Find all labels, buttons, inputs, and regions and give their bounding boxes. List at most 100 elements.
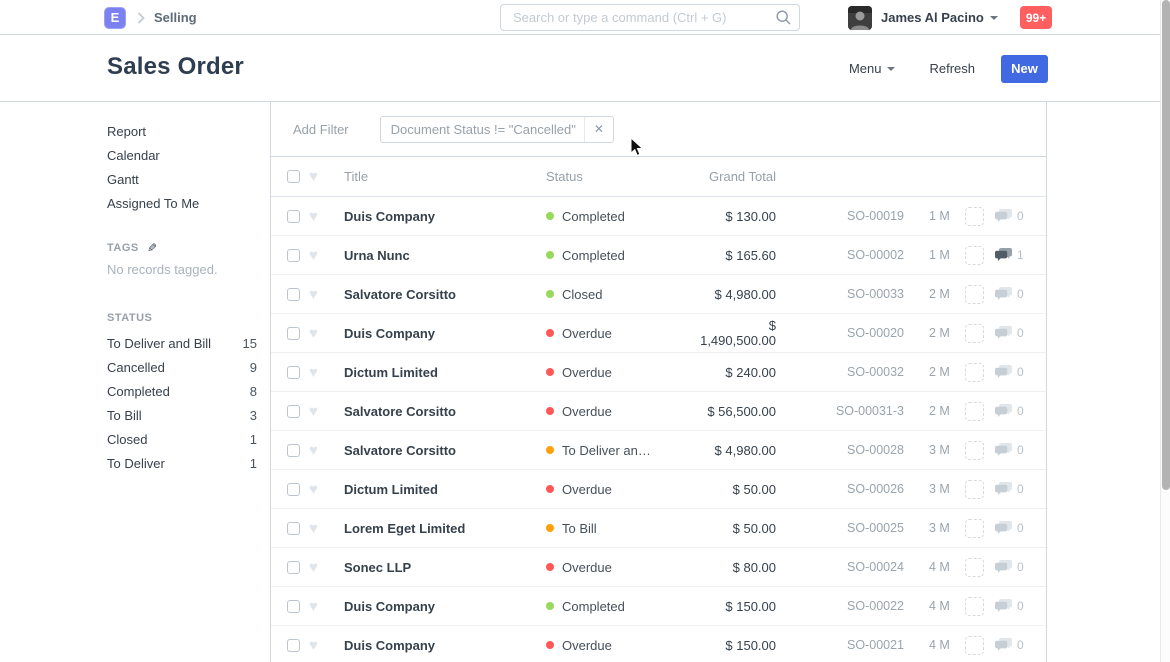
table-row[interactable]: ♥ Salvatore Corsitto Closed $ 4,980.00 S… [271,275,1046,314]
search-icon[interactable] [776,10,791,25]
row-title[interactable]: Lorem Eget Limited [344,521,526,536]
like-icon[interactable]: ♥ [309,443,325,458]
comments-icon[interactable] [995,521,1012,535]
table-row[interactable]: ♥ Salvatore Corsitto Overdue $ 56,500.00… [271,392,1046,431]
row-title[interactable]: Salvatore Corsitto [344,443,526,458]
like-icon[interactable]: ♥ [309,287,325,302]
like-icon[interactable]: ♥ [309,365,325,380]
row-title[interactable]: Duis Company [344,638,526,653]
add-filter-button[interactable]: Add Filter [293,122,349,137]
row-checkbox[interactable] [287,366,300,379]
table-row[interactable]: ♥ Urna Nunc Completed $ 165.60 SO-00002 … [271,236,1046,275]
sidebar-item-report[interactable]: Report [107,120,257,144]
comments-icon[interactable] [995,287,1012,301]
row-title[interactable]: Salvatore Corsitto [344,287,526,302]
like-icon[interactable]: ♥ [309,248,325,263]
sidebar-item-assigned-to-me[interactable]: Assigned To Me [107,192,257,216]
like-icon[interactable]: ♥ [309,560,325,575]
comments-icon[interactable] [995,560,1012,574]
sidebar-status-cancelled[interactable]: Cancelled9 [107,356,257,380]
row-title[interactable]: Duis Company [344,326,526,341]
scrollbar-track[interactable] [1160,0,1170,662]
comments-icon[interactable] [995,482,1012,496]
table-row[interactable]: ♥ Duis Company Overdue $ 150.00 SO-00021… [271,626,1046,662]
sidebar-status-to-bill[interactable]: To Bill3 [107,404,257,428]
sidebar-item-gantt[interactable]: Gantt [107,168,257,192]
table-row[interactable]: ♥ Duis Company Completed $ 130.00 SO-000… [271,197,1046,236]
refresh-button[interactable]: Refresh [929,61,975,76]
sidebar-item-calendar[interactable]: Calendar [107,144,257,168]
table-row[interactable]: ♥ Duis Company Completed $ 150.00 SO-000… [271,587,1046,626]
sidebar-status-closed[interactable]: Closed1 [107,428,257,452]
row-checkbox[interactable] [287,483,300,496]
table-row[interactable]: ♥ Dictum Limited Overdue $ 240.00 SO-000… [271,353,1046,392]
row-checkbox[interactable] [287,288,300,301]
comments-icon[interactable] [995,209,1012,223]
remove-filter-icon[interactable]: ✕ [584,117,613,142]
like-icon[interactable]: ♥ [309,638,325,653]
row-checkbox[interactable] [287,522,300,535]
edit-tags-icon[interactable]: ✎ [147,241,157,255]
row-title[interactable]: Duis Company [344,209,526,224]
row-title[interactable]: Dictum Limited [344,482,526,497]
table-row[interactable]: ♥ Lorem Eget Limited To Bill $ 50.00 SO-… [271,509,1046,548]
row-checkbox[interactable] [287,561,300,574]
comments-icon[interactable] [995,326,1012,340]
row-title[interactable]: Dictum Limited [344,365,526,380]
like-icon[interactable]: ♥ [309,404,325,419]
row-checkbox[interactable] [287,405,300,418]
assignment-placeholder[interactable] [965,558,984,577]
comments-icon[interactable] [995,248,1012,262]
sidebar-status-completed[interactable]: Completed8 [107,380,257,404]
scrollbar-thumb[interactable] [1162,0,1170,490]
notification-badge[interactable]: 99+ [1020,6,1052,29]
like-filter-icon[interactable]: ♥ [309,169,325,184]
row-title[interactable]: Duis Company [344,599,526,614]
like-icon[interactable]: ♥ [309,599,325,614]
row-checkbox[interactable] [287,249,300,262]
row-checkbox[interactable] [287,600,300,613]
assignment-placeholder[interactable] [965,480,984,499]
menu-button[interactable]: Menu [849,61,896,76]
new-button[interactable]: New [1001,55,1048,83]
row-checkbox[interactable] [287,210,300,223]
table-row[interactable]: ♥ Sonec LLP Overdue $ 80.00 SO-00024 4 M… [271,548,1046,587]
like-icon[interactable]: ♥ [309,326,325,341]
table-row[interactable]: ♥ Duis Company Overdue $ 1,490,500.00 SO… [271,314,1046,353]
assignment-placeholder[interactable] [965,441,984,460]
select-all-checkbox[interactable] [287,170,300,183]
assignment-placeholder[interactable] [965,363,984,382]
like-icon[interactable]: ♥ [309,209,325,224]
row-checkbox[interactable] [287,444,300,457]
like-icon[interactable]: ♥ [309,521,325,536]
table-row[interactable]: ♥ Salvatore Corsitto To Deliver an… $ 4,… [271,431,1046,470]
comments-icon[interactable] [995,599,1012,613]
user-avatar[interactable] [848,6,872,30]
comments-icon[interactable] [995,365,1012,379]
comments-icon[interactable] [995,443,1012,457]
assignment-placeholder[interactable] [965,324,984,343]
table-row[interactable]: ♥ Dictum Limited Overdue $ 50.00 SO-0002… [271,470,1046,509]
assignment-placeholder[interactable] [965,597,984,616]
row-checkbox[interactable] [287,327,300,340]
app-logo[interactable]: E [104,7,126,29]
user-menu[interactable]: James Al Pacino [881,10,998,25]
like-icon[interactable]: ♥ [309,482,325,497]
row-checkbox[interactable] [287,639,300,652]
row-title[interactable]: Urna Nunc [344,248,526,263]
search-input[interactable] [500,4,800,31]
assignment-placeholder[interactable] [965,519,984,538]
breadcrumb[interactable]: Selling [154,10,197,25]
filter-chip[interactable]: Document Status != "Cancelled" ✕ [380,116,614,143]
assignment-placeholder[interactable] [965,402,984,421]
assignment-placeholder[interactable] [965,285,984,304]
assignment-placeholder[interactable] [965,246,984,265]
row-title[interactable]: Salvatore Corsitto [344,404,526,419]
comments-icon[interactable] [995,404,1012,418]
assignment-placeholder[interactable] [965,207,984,226]
sidebar-status-to-deliver-and-bill[interactable]: To Deliver and Bill15 [107,332,257,356]
assignment-placeholder[interactable] [965,636,984,655]
comments-icon[interactable] [995,638,1012,652]
sidebar-status-to-deliver[interactable]: To Deliver1 [107,452,257,476]
row-title[interactable]: Sonec LLP [344,560,526,575]
